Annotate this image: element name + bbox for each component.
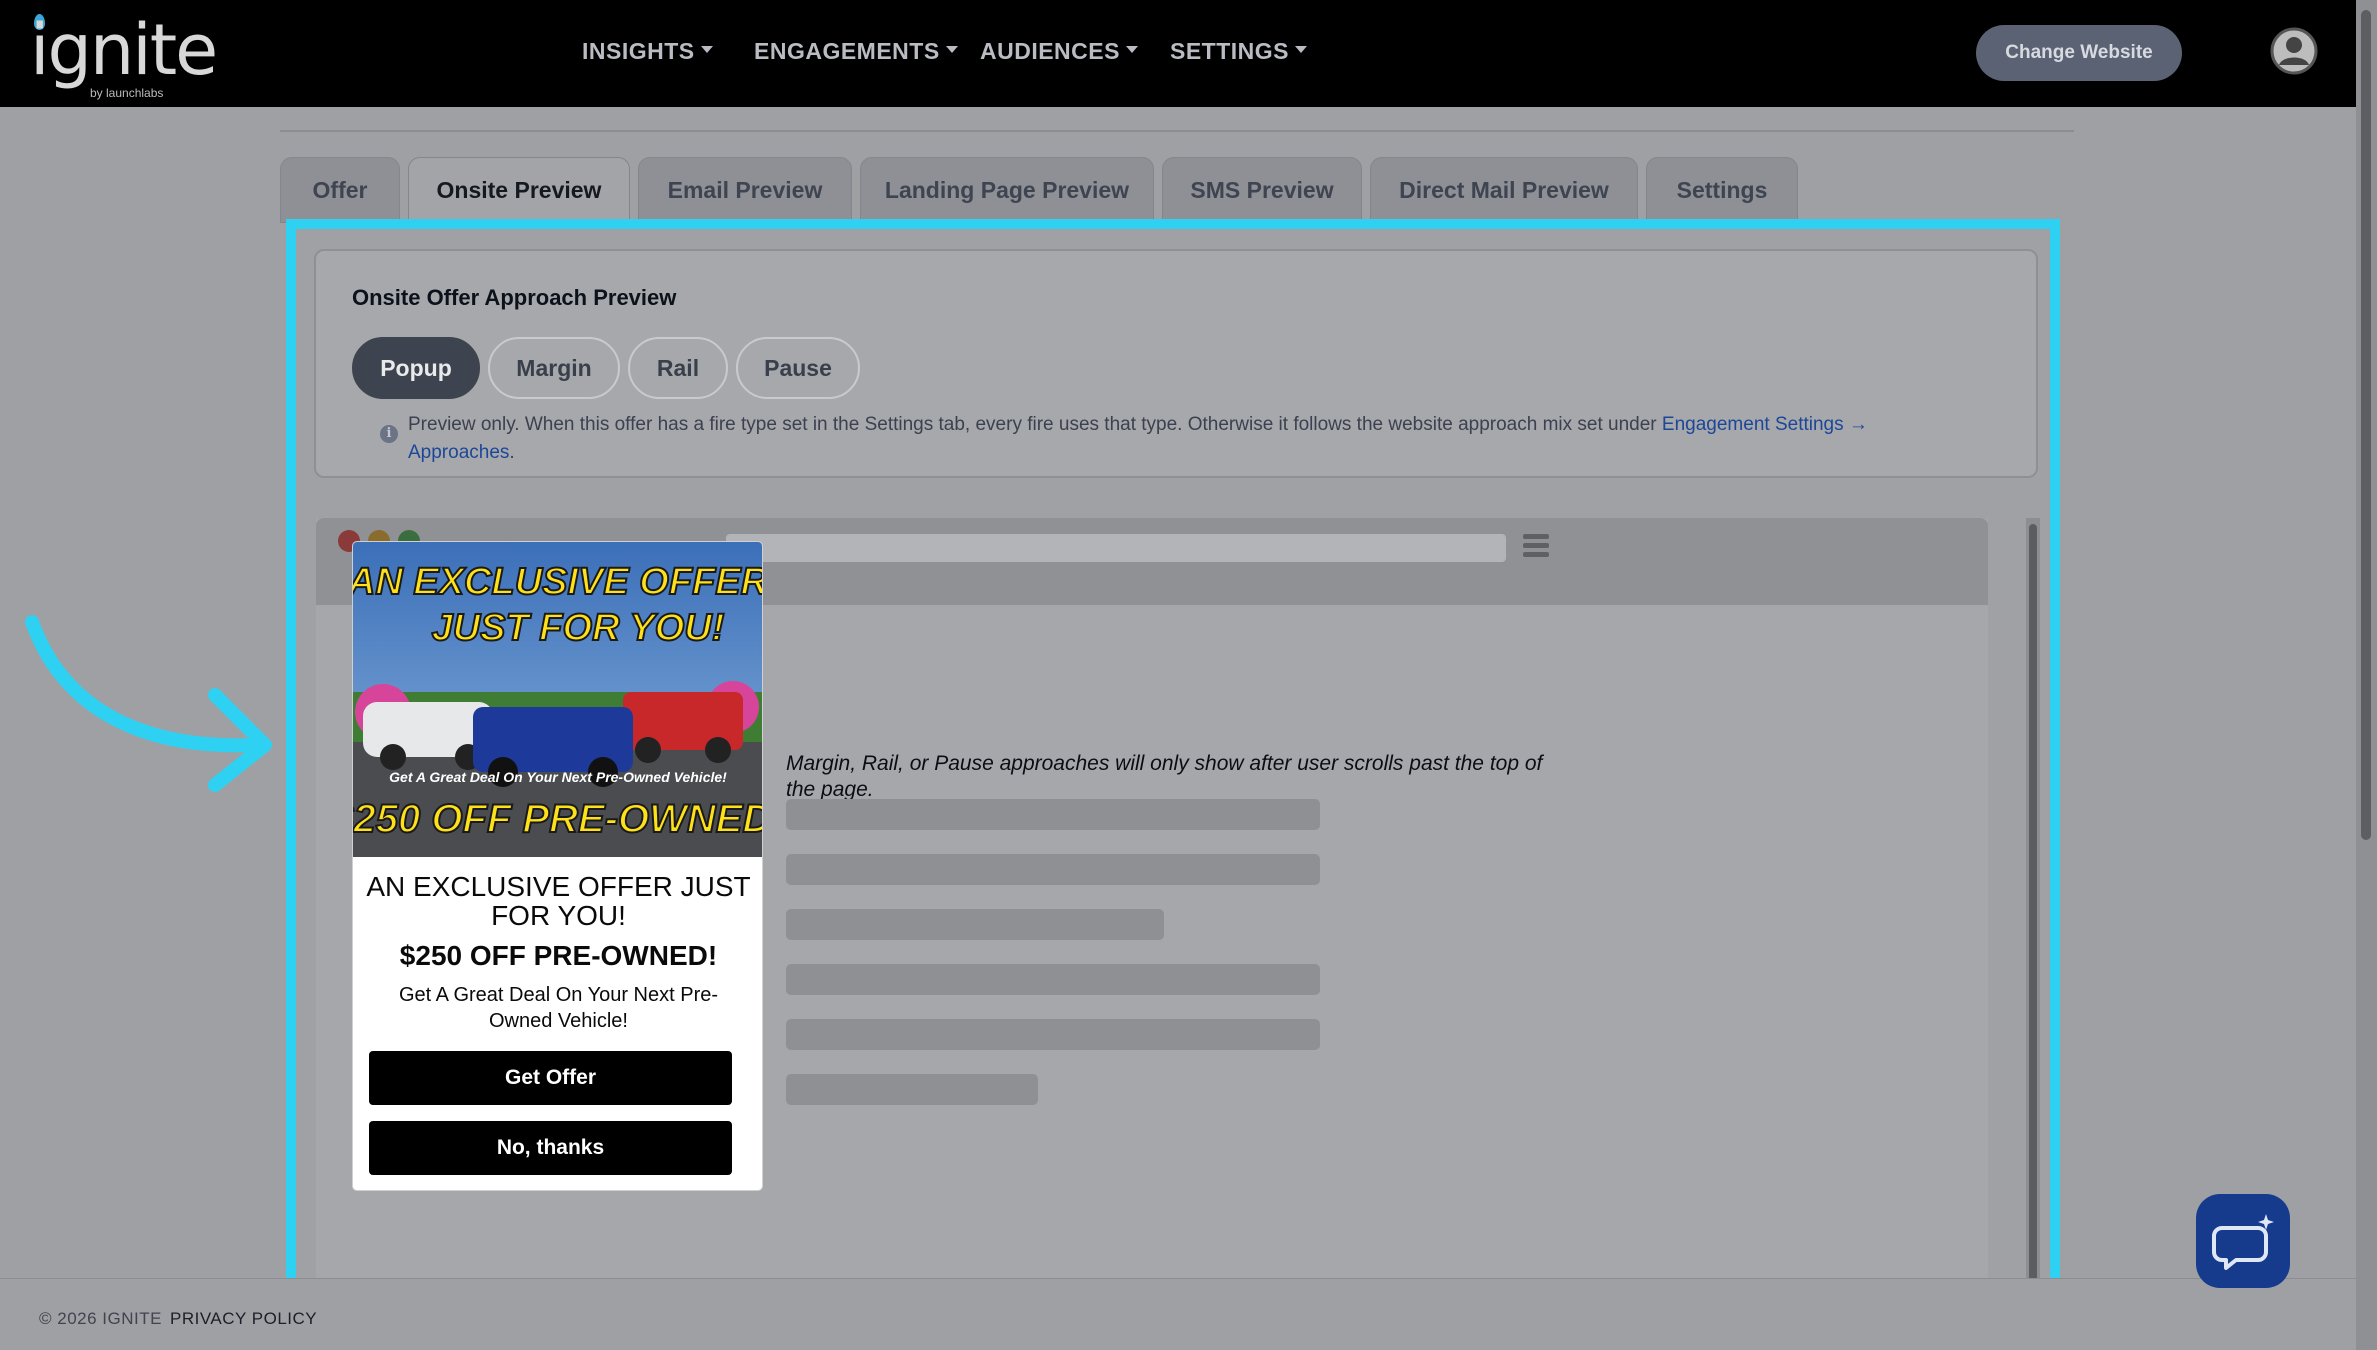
skeleton-line: [786, 1074, 1038, 1105]
get-offer-button[interactable]: Get Offer: [369, 1051, 732, 1105]
popup-body: Get A Great Deal On Your Next Pre-Owned …: [398, 984, 719, 1032]
user-avatar-icon[interactable]: [2270, 27, 2318, 75]
banner-headline-1: AN EXCLUSIVE OFFER: [353, 561, 763, 603]
approach-popup-button[interactable]: Popup: [352, 337, 480, 399]
ignite-logo[interactable]: ignite by launchlabs: [30, 10, 218, 100]
offer-banner-image: AN EXCLUSIVE OFFER JUST FOR YOU! Get A G…: [353, 542, 763, 857]
card-title: Onsite Offer Approach Preview: [352, 285, 677, 310]
chat-bubble-icon: [2212, 1214, 2274, 1270]
nav-settings[interactable]: SETTINGS: [1170, 38, 1307, 65]
top-navbar: ignite by launchlabs INSIGHTS ENGAGEMENT…: [0, 0, 2356, 107]
popup-subheading: $250 OFF PRE-OWNED!: [399, 940, 718, 971]
tab-email-preview[interactable]: Email Preview: [638, 157, 852, 223]
callout-arrow-icon: [25, 615, 272, 792]
page-scrollbar[interactable]: [2356, 0, 2377, 1350]
info-icon: i: [380, 425, 398, 443]
divider: [280, 130, 2074, 132]
privacy-policy-link[interactable]: PRIVACY POLICY: [170, 1309, 317, 1329]
footer-copyright: © 2026 IGNITE: [39, 1309, 162, 1328]
mock-url-bar: [726, 534, 1506, 562]
change-website-button[interactable]: Change Website: [1976, 25, 2182, 81]
banner-headline-2: JUST FOR YOU!: [432, 607, 725, 649]
note-text: Preview only. When this offer has a fire…: [408, 414, 1662, 435]
logo-text: ignite: [30, 9, 218, 91]
nav-engagements[interactable]: ENGAGEMENTS: [754, 38, 958, 65]
preview-scrollbar[interactable]: [2026, 518, 2040, 1279]
nav-audiences[interactable]: AUDIENCES: [980, 38, 1138, 65]
banner-tagline: Get A Great Deal On Your Next Pre-Owned …: [389, 769, 727, 785]
footer: © 2026 IGNITE PRIVACY POLICY: [0, 1278, 2356, 1350]
hamburger-menu-icon: [1523, 534, 1549, 560]
skeleton-line: [786, 964, 1320, 995]
tab-direct-mail-preview[interactable]: Direct Mail Preview: [1370, 157, 1638, 223]
banner-price: $250 OFF PRE-OWNED!: [353, 797, 763, 841]
tab-offer[interactable]: Offer: [280, 157, 400, 223]
tab-landing-page-preview[interactable]: Landing Page Preview: [860, 157, 1154, 223]
offer-popup: AN EXCLUSIVE OFFER JUST FOR YOU! Get A G…: [352, 541, 763, 1191]
tab-settings[interactable]: Settings: [1646, 157, 1798, 223]
skeleton-line: [786, 799, 1320, 830]
tab-onsite-preview[interactable]: Onsite Preview: [408, 157, 630, 223]
note-end: .: [509, 442, 515, 463]
approach-pause-button[interactable]: Pause: [736, 337, 860, 399]
no-thanks-button[interactable]: No, thanks: [369, 1121, 732, 1175]
preview-note: Preview only. When this offer has a fire…: [408, 411, 1938, 467]
skeleton-line: [786, 1019, 1320, 1050]
scroll-message: Margin, Rail, or Pause approaches will o…: [786, 752, 1543, 801]
approach-margin-button[interactable]: Margin: [488, 337, 620, 399]
chat-support-button[interactable]: [2196, 1194, 2290, 1288]
nav-insights[interactable]: INSIGHTS: [582, 38, 713, 65]
approach-rail-button[interactable]: Rail: [628, 337, 728, 399]
logo-byline: by launchlabs: [90, 86, 164, 100]
popup-heading: AN EXCLUSIVE OFFER JUST FOR YOU!: [366, 871, 751, 931]
skeleton-line: [786, 909, 1164, 940]
tab-sms-preview[interactable]: SMS Preview: [1162, 157, 1362, 223]
approach-preview-card: Onsite Offer Approach Preview Popup Marg…: [314, 249, 2038, 478]
skeleton-line: [786, 854, 1320, 885]
